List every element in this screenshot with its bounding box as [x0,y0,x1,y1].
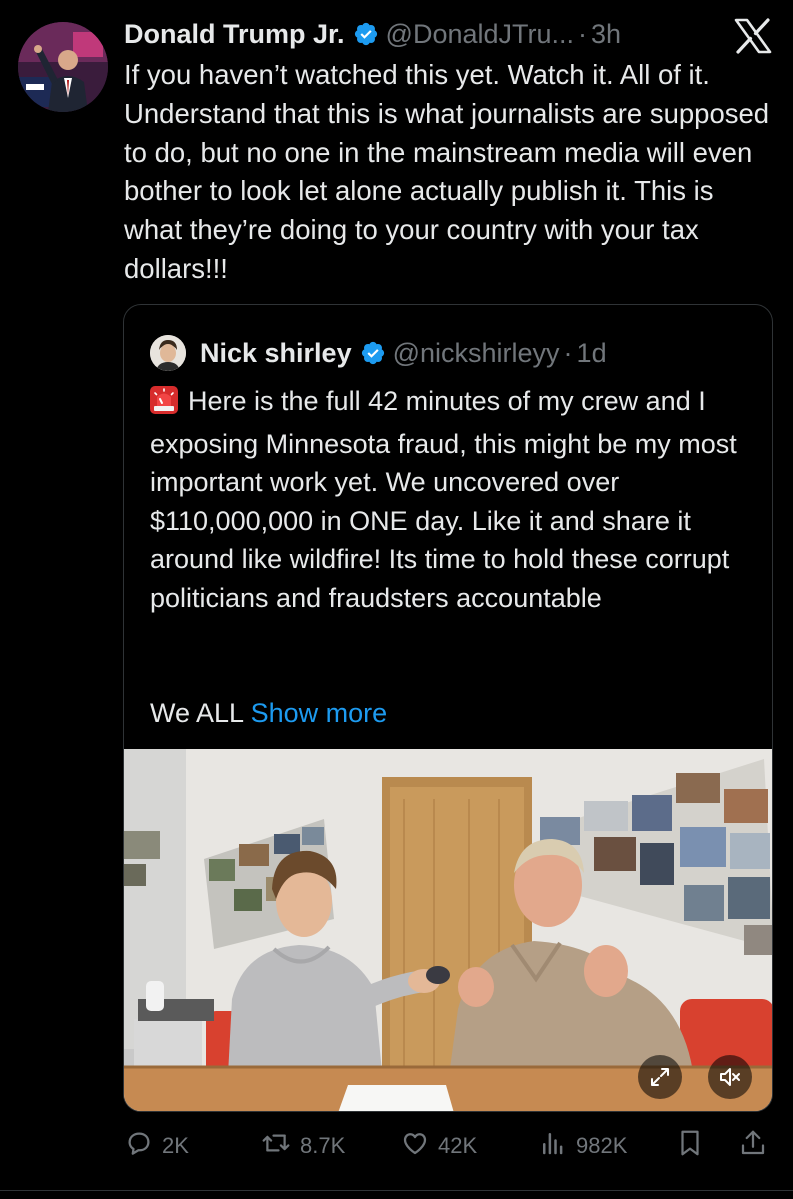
like-button[interactable]: 42K [400,1128,477,1164]
video-player[interactable] [124,749,772,1111]
expand-icon [649,1066,671,1088]
views-count: 982K [576,1133,628,1158]
repost-button[interactable]: 8.7K [260,1128,345,1164]
share-button[interactable] [738,1128,768,1164]
mute-icon [718,1066,742,1088]
heart-icon [400,1128,430,1164]
reply-count: 2K [162,1133,189,1158]
tweet-header: Donald Trump Jr. @DonaldJTru... · 3h [124,14,621,54]
siren-emoji-icon [150,386,178,425]
like-count: 42K [438,1133,478,1158]
reply-button[interactable]: 2K [124,1128,189,1164]
mute-button[interactable] [708,1055,752,1099]
quoted-tweet[interactable]: Nick shirley @nickshirleyy · 1d Here is … [123,304,773,1112]
reply-icon [124,1128,154,1164]
quoted-tweet-time[interactable]: 1d [577,338,607,369]
tweet-time[interactable]: 3h [591,19,621,50]
quoted-verified-badge-icon [360,340,386,366]
divider [0,1190,793,1191]
quoted-tweet-text-block: Here is the full 42 minutes of my crew a… [150,382,750,617]
quoted-author-avatar[interactable] [150,335,186,371]
quoted-author-name[interactable]: Nick shirley [200,338,352,369]
views-chart-icon [538,1128,568,1164]
quoted-tweet-truncated-text: We ALL [150,698,244,728]
bookmark-button[interactable] [676,1128,704,1164]
expand-video-button[interactable] [638,1055,682,1099]
bookmark-icon [676,1128,704,1164]
tweet-text: If you haven’t watched this yet. Watch i… [124,59,770,284]
quoted-tweet-text: Here is the full 42 minutes of my crew a… [150,386,737,613]
author-avatar[interactable] [18,22,108,112]
video-thumbnail [124,749,772,1111]
quoted-tweet-more: We ALL Show more [150,694,387,732]
quoted-time-separator: · [563,337,573,368]
time-separator: · [578,18,588,49]
verified-badge-icon [353,21,379,47]
author-name[interactable]: Donald Trump Jr. [124,19,345,50]
views-button[interactable]: 982K [538,1128,627,1164]
quoted-author-handle[interactable]: @nickshirleyy [393,338,560,369]
author-handle[interactable]: @DonaldJTru... [386,19,574,50]
repost-count: 8.7K [300,1133,346,1158]
quoted-tweet-header: Nick shirley @nickshirleyy · 1d [150,333,607,373]
show-more-link[interactable]: Show more [251,698,388,728]
repost-icon [260,1128,292,1164]
tweet-action-bar: 2K 8.7K 42K 982K [124,1126,774,1166]
share-icon [738,1128,768,1164]
x-logo-icon [733,18,773,54]
